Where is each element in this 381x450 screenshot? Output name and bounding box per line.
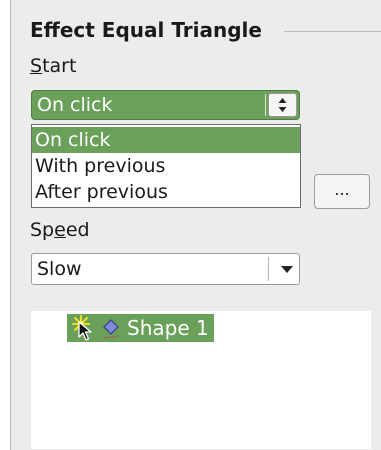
effect-options-button[interactable]: ... [314,174,370,209]
start-dropdown-list: On click With previous After previous [31,124,301,208]
speed-combobox-value: Slow [37,258,82,280]
start-label-mnemonic: S [30,55,43,77]
start-label: Start [30,55,76,77]
speed-label-post: ed [65,219,90,241]
up-down-arrows-icon [278,98,287,112]
shape-icon [102,319,120,339]
start-combobox[interactable]: On click [31,90,300,120]
effect-list-item[interactable]: Shape 1 [67,314,214,342]
speed-label: Speed [30,219,90,241]
chevron-down-icon[interactable] [280,265,294,275]
start-combobox-value: On click [37,94,113,116]
effect-list-item-label: Shape 1 [127,316,209,340]
start-combobox-separator [265,94,266,116]
section-divider [284,31,381,32]
dropdown-option-after-previous[interactable]: After previous [32,179,300,205]
speed-label-pre: Sp [30,219,55,241]
dropdown-option-on-click[interactable]: On click [32,127,300,153]
start-label-text: tart [42,55,77,77]
speed-combobox[interactable]: Slow [31,253,300,285]
on-click-cursor-icon [78,321,92,341]
speed-combobox-divider [268,257,269,281]
dropdown-option-with-previous[interactable]: With previous [32,153,300,179]
start-combobox-spin-button[interactable] [268,93,297,117]
speed-label-mnemonic: e [54,219,66,241]
section-title: Effect Equal Triangle [30,18,262,42]
